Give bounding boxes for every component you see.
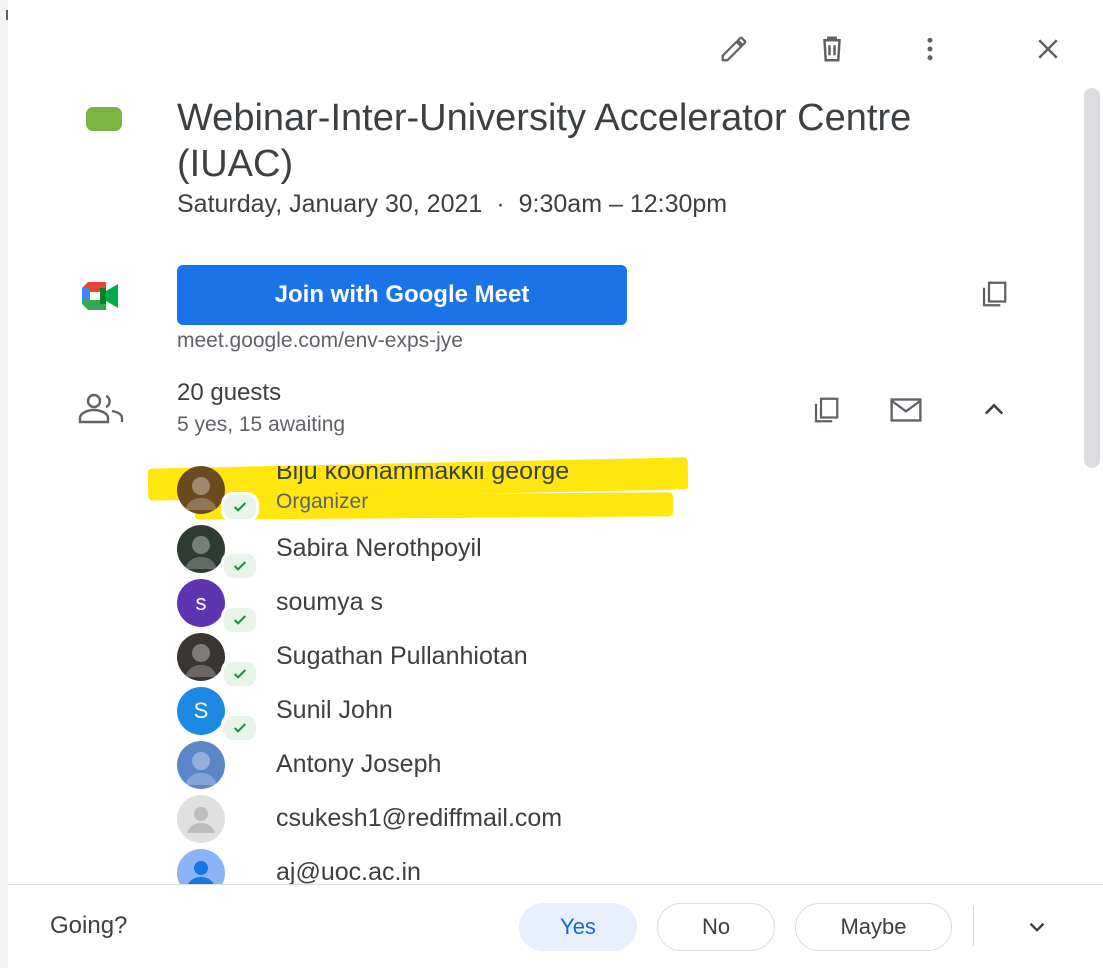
guest-row[interactable]: csukesh1@rediffmail.com bbox=[177, 795, 777, 855]
profile-photo bbox=[185, 752, 217, 785]
profile-photo bbox=[185, 477, 217, 510]
avatar-initial: S bbox=[193, 698, 209, 723]
window-edge bbox=[0, 0, 8, 968]
guest-row[interactable]: Biju koonammakkil george Organizer bbox=[177, 466, 777, 526]
people-icon bbox=[76, 392, 128, 431]
guest-role: Organizer bbox=[276, 490, 369, 513]
copy-guests-icon[interactable] bbox=[804, 388, 848, 432]
guest-name: Antony Joseph bbox=[276, 750, 442, 778]
email-guests-icon[interactable] bbox=[884, 388, 928, 432]
guest-row[interactable]: aj@uoc.ac.in bbox=[177, 849, 777, 884]
guest-row[interactable]: Sugathan Pullanhiotan bbox=[177, 633, 777, 693]
google-meet-icon bbox=[80, 282, 126, 310]
guest-avatar bbox=[177, 795, 225, 843]
guest-row[interactable]: S Sunil John bbox=[177, 687, 777, 747]
join-google-meet-button[interactable]: Join with Google Meet bbox=[177, 265, 627, 325]
guest-avatar bbox=[177, 466, 225, 514]
guest-avatar bbox=[177, 633, 225, 681]
profile-photo bbox=[185, 536, 217, 569]
guest-name: Sunil John bbox=[276, 696, 393, 724]
guest-avatar bbox=[177, 525, 225, 573]
guest-name: soumya s bbox=[276, 588, 383, 616]
guest-avatar: S bbox=[177, 687, 225, 735]
guest-avatar bbox=[177, 849, 225, 884]
scrollbar-thumb[interactable] bbox=[1084, 88, 1100, 468]
rsvp-yes-button[interactable]: Yes bbox=[519, 903, 637, 951]
accepted-check-icon bbox=[221, 551, 259, 581]
accepted-check-icon bbox=[221, 605, 259, 635]
guest-avatar: s bbox=[177, 579, 225, 627]
avatar-initial: s bbox=[195, 590, 207, 615]
guest-response-summary: 5 yes, 15 awaiting bbox=[177, 413, 346, 436]
person-placeholder-icon bbox=[188, 861, 214, 884]
collapse-guests-chevron-up-icon[interactable] bbox=[972, 388, 1016, 432]
guest-name: Sugathan Pullanhiotan bbox=[276, 642, 528, 670]
guest-name: Biju koonammakkil george bbox=[276, 466, 570, 485]
event-time: 9:30am – 12:30pm bbox=[518, 190, 728, 218]
going-label: Going? bbox=[50, 912, 128, 939]
guest-count: 20 guests bbox=[177, 379, 282, 406]
profile-photo bbox=[185, 644, 217, 677]
guest-row[interactable]: Sabira Nerothpoyil bbox=[177, 525, 777, 585]
rsvp-no-button[interactable]: No bbox=[657, 903, 775, 951]
more-vert-icon[interactable] bbox=[908, 27, 952, 71]
event-date: Saturday, January 30, 2021 bbox=[177, 190, 483, 218]
event-color-chip bbox=[86, 107, 122, 131]
copy-meet-link-icon[interactable] bbox=[972, 272, 1016, 316]
close-icon[interactable] bbox=[1026, 27, 1070, 71]
footer-divider bbox=[8, 884, 1103, 885]
event-title: Webinar-Inter-University Accelerator Cen… bbox=[177, 97, 912, 185]
rsvp-maybe-button[interactable]: Maybe bbox=[795, 903, 952, 951]
guest-row[interactable]: s soumya s bbox=[177, 579, 777, 639]
guest-name: csukesh1@rediffmail.com bbox=[276, 804, 563, 832]
rsvp-separator bbox=[973, 906, 974, 946]
guest-name: Sabira Nerothpoyil bbox=[276, 534, 482, 562]
guest-row[interactable]: Antony Joseph bbox=[177, 741, 777, 801]
datetime-separator: · bbox=[496, 190, 505, 218]
rsvp-options-chevron-down-icon[interactable] bbox=[1015, 905, 1059, 949]
person-placeholder-icon bbox=[187, 807, 215, 833]
accepted-check-icon bbox=[221, 492, 259, 522]
event-datetime: Saturday, January 30, 2021 · 9:30am – 12:3… bbox=[177, 190, 727, 219]
trash-icon[interactable] bbox=[810, 27, 854, 71]
pencil-icon[interactable] bbox=[712, 27, 756, 71]
guest-name: aj@uoc.ac.in bbox=[276, 858, 421, 884]
accepted-check-icon bbox=[221, 713, 259, 743]
guest-avatar bbox=[177, 741, 225, 789]
meet-link[interactable]: meet.google.com/env-exps-jye bbox=[177, 329, 463, 353]
accepted-check-icon bbox=[221, 659, 259, 689]
